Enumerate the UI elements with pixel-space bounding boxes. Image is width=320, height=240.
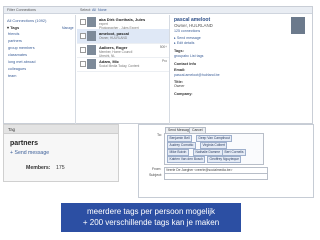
filter-connections-label[interactable]: Filter Connections [7, 8, 36, 13]
message-composer: Send Message Cancel To: Benjamin Bell De… [138, 124, 314, 198]
contact-detail: pascal ameloot Owner, HULRLAND 125 conne… [171, 15, 311, 124]
tags-heading: ▾ Tags [7, 25, 19, 30]
recipient-chip[interactable]: Geoffrey Nguyteque [207, 156, 242, 163]
title-value: Owner [174, 84, 185, 88]
send-message-link[interactable]: ▸ Send message [174, 36, 201, 40]
plus-icon: + [10, 150, 14, 156]
sidebar-item-long-met-abroad[interactable]: long met abroad [8, 60, 35, 64]
recipient-chip[interactable]: Bert Cornelis [222, 149, 247, 156]
edit-details-link[interactable]: ▸ Edit details [174, 41, 194, 45]
triangle-down-icon: ▾ [7, 25, 10, 30]
members-label: Members: [26, 165, 51, 171]
connections-window: Filter Connections Select: All None All … [3, 6, 313, 124]
recipient-chip[interactable]: Katrien Van den Bosch [167, 156, 206, 163]
to-label: To: [157, 133, 162, 137]
send-message-text: Send message [176, 36, 201, 40]
company-label: Company: [174, 92, 193, 96]
recipient-chip[interactable]: Nathalie Damme [193, 149, 223, 156]
tag-send-message-link[interactable]: + Send message [10, 150, 49, 156]
tag-name: partners [10, 140, 39, 147]
list-item-selected[interactable]: ameloot, pascal Owner, HULRLAND [77, 29, 169, 44]
contact-checkbox[interactable] [80, 19, 86, 25]
select-none-link[interactable]: None [98, 8, 107, 13]
tags-value[interactable]: groupabc List tags [174, 54, 203, 58]
profile-photo [291, 17, 305, 34]
manage-tags-link[interactable]: Manage [62, 26, 74, 30]
connections-count-link[interactable]: 125 connections [174, 29, 200, 33]
recipient-chip[interactable]: Audrey Comotto [167, 142, 196, 149]
subject-label: Subject: [149, 173, 162, 177]
arrow-icon: ▸ [174, 36, 176, 40]
list-item[interactable]: Adam, Mic Social Media Today, Content Pr… [77, 57, 169, 72]
avatar [87, 45, 96, 55]
contact-subtitle: Owner, HULRLAND [99, 36, 128, 40]
contact-checkbox[interactable] [80, 61, 86, 67]
tag-panel-title: Tag [8, 127, 16, 132]
select-all-link[interactable]: All [92, 8, 96, 13]
caption-line-2: + 200 verschillende tags kan je maken [82, 218, 220, 227]
edit-details-text: Edit details [176, 41, 195, 45]
avatar [87, 59, 96, 69]
select-label: Select: [80, 7, 91, 12]
caption-banner: meerdere tags per persoon mogelijk + 200… [61, 203, 241, 232]
recipient-chip[interactable]: Virginia Colbert [200, 142, 228, 149]
contact-info-heading: Contact Info [174, 62, 197, 66]
tag-send-message-text: Send message [14, 150, 50, 156]
list-item[interactable]: Aalbers, Roger Member, Home Council Utre… [77, 43, 169, 58]
list-item[interactable]: aka Dirk Goethals, Jules expert Photogra… [77, 15, 169, 30]
sidebar-item-team[interactable]: team [8, 74, 16, 78]
tag-panel-header: Tag [4, 125, 118, 134]
avatar [87, 31, 96, 41]
recipient-chip[interactable]: Deep Van Campthout [196, 135, 233, 142]
contact-checkbox[interactable] [80, 33, 86, 39]
toolbar: Filter Connections Select: All None [4, 7, 312, 14]
recipient-field[interactable]: Benjamin Bell Deep Van Campthout Audrey … [164, 133, 264, 165]
sidebar-item-colleagues[interactable]: colleagues [8, 67, 26, 71]
tag-panel: Tag partners + Send message Members: 175 [3, 124, 119, 182]
contact-list: aka Dirk Goethals, Jules expert Photogra… [77, 15, 170, 124]
caption-line-1: meerdere tags per persoon mogelijk [86, 207, 216, 216]
email-label: Email: [174, 68, 186, 72]
recipient-chip[interactable]: Benjamin Bell [167, 135, 193, 142]
members-count: 175 [56, 165, 65, 171]
avatar [87, 17, 96, 27]
tags-heading-text: Tags [10, 25, 20, 30]
all-connections-link[interactable]: All Connections (1092) [7, 18, 46, 23]
subject-input[interactable] [164, 173, 268, 180]
connection-count: Pro [162, 59, 167, 63]
contact-subtitle: Social Media Today, Content [99, 64, 140, 68]
sidebar-item-partners[interactable]: partners [8, 39, 22, 43]
connection-count: 500+ [159, 45, 167, 49]
recipient-chip[interactable]: Mike Boivin [167, 149, 189, 156]
sidebar-item-classmates[interactable]: classmates [8, 53, 27, 57]
detail-title: Owner, HULRLAND [174, 22, 213, 28]
sidebar-item-friends[interactable]: friends [8, 32, 19, 36]
sidebar-item-group-members[interactable]: group members [8, 46, 35, 50]
arrow-icon: ▸ [174, 41, 176, 45]
contact-checkbox[interactable] [80, 47, 86, 53]
tags-label: Tags: [174, 49, 184, 53]
from-label: From: [152, 167, 162, 171]
email-value[interactable]: pascal.ameloot@hulrland.be [174, 73, 220, 77]
sidebar: All Connections (1092) ▾ Tags Manage fri… [4, 15, 76, 124]
